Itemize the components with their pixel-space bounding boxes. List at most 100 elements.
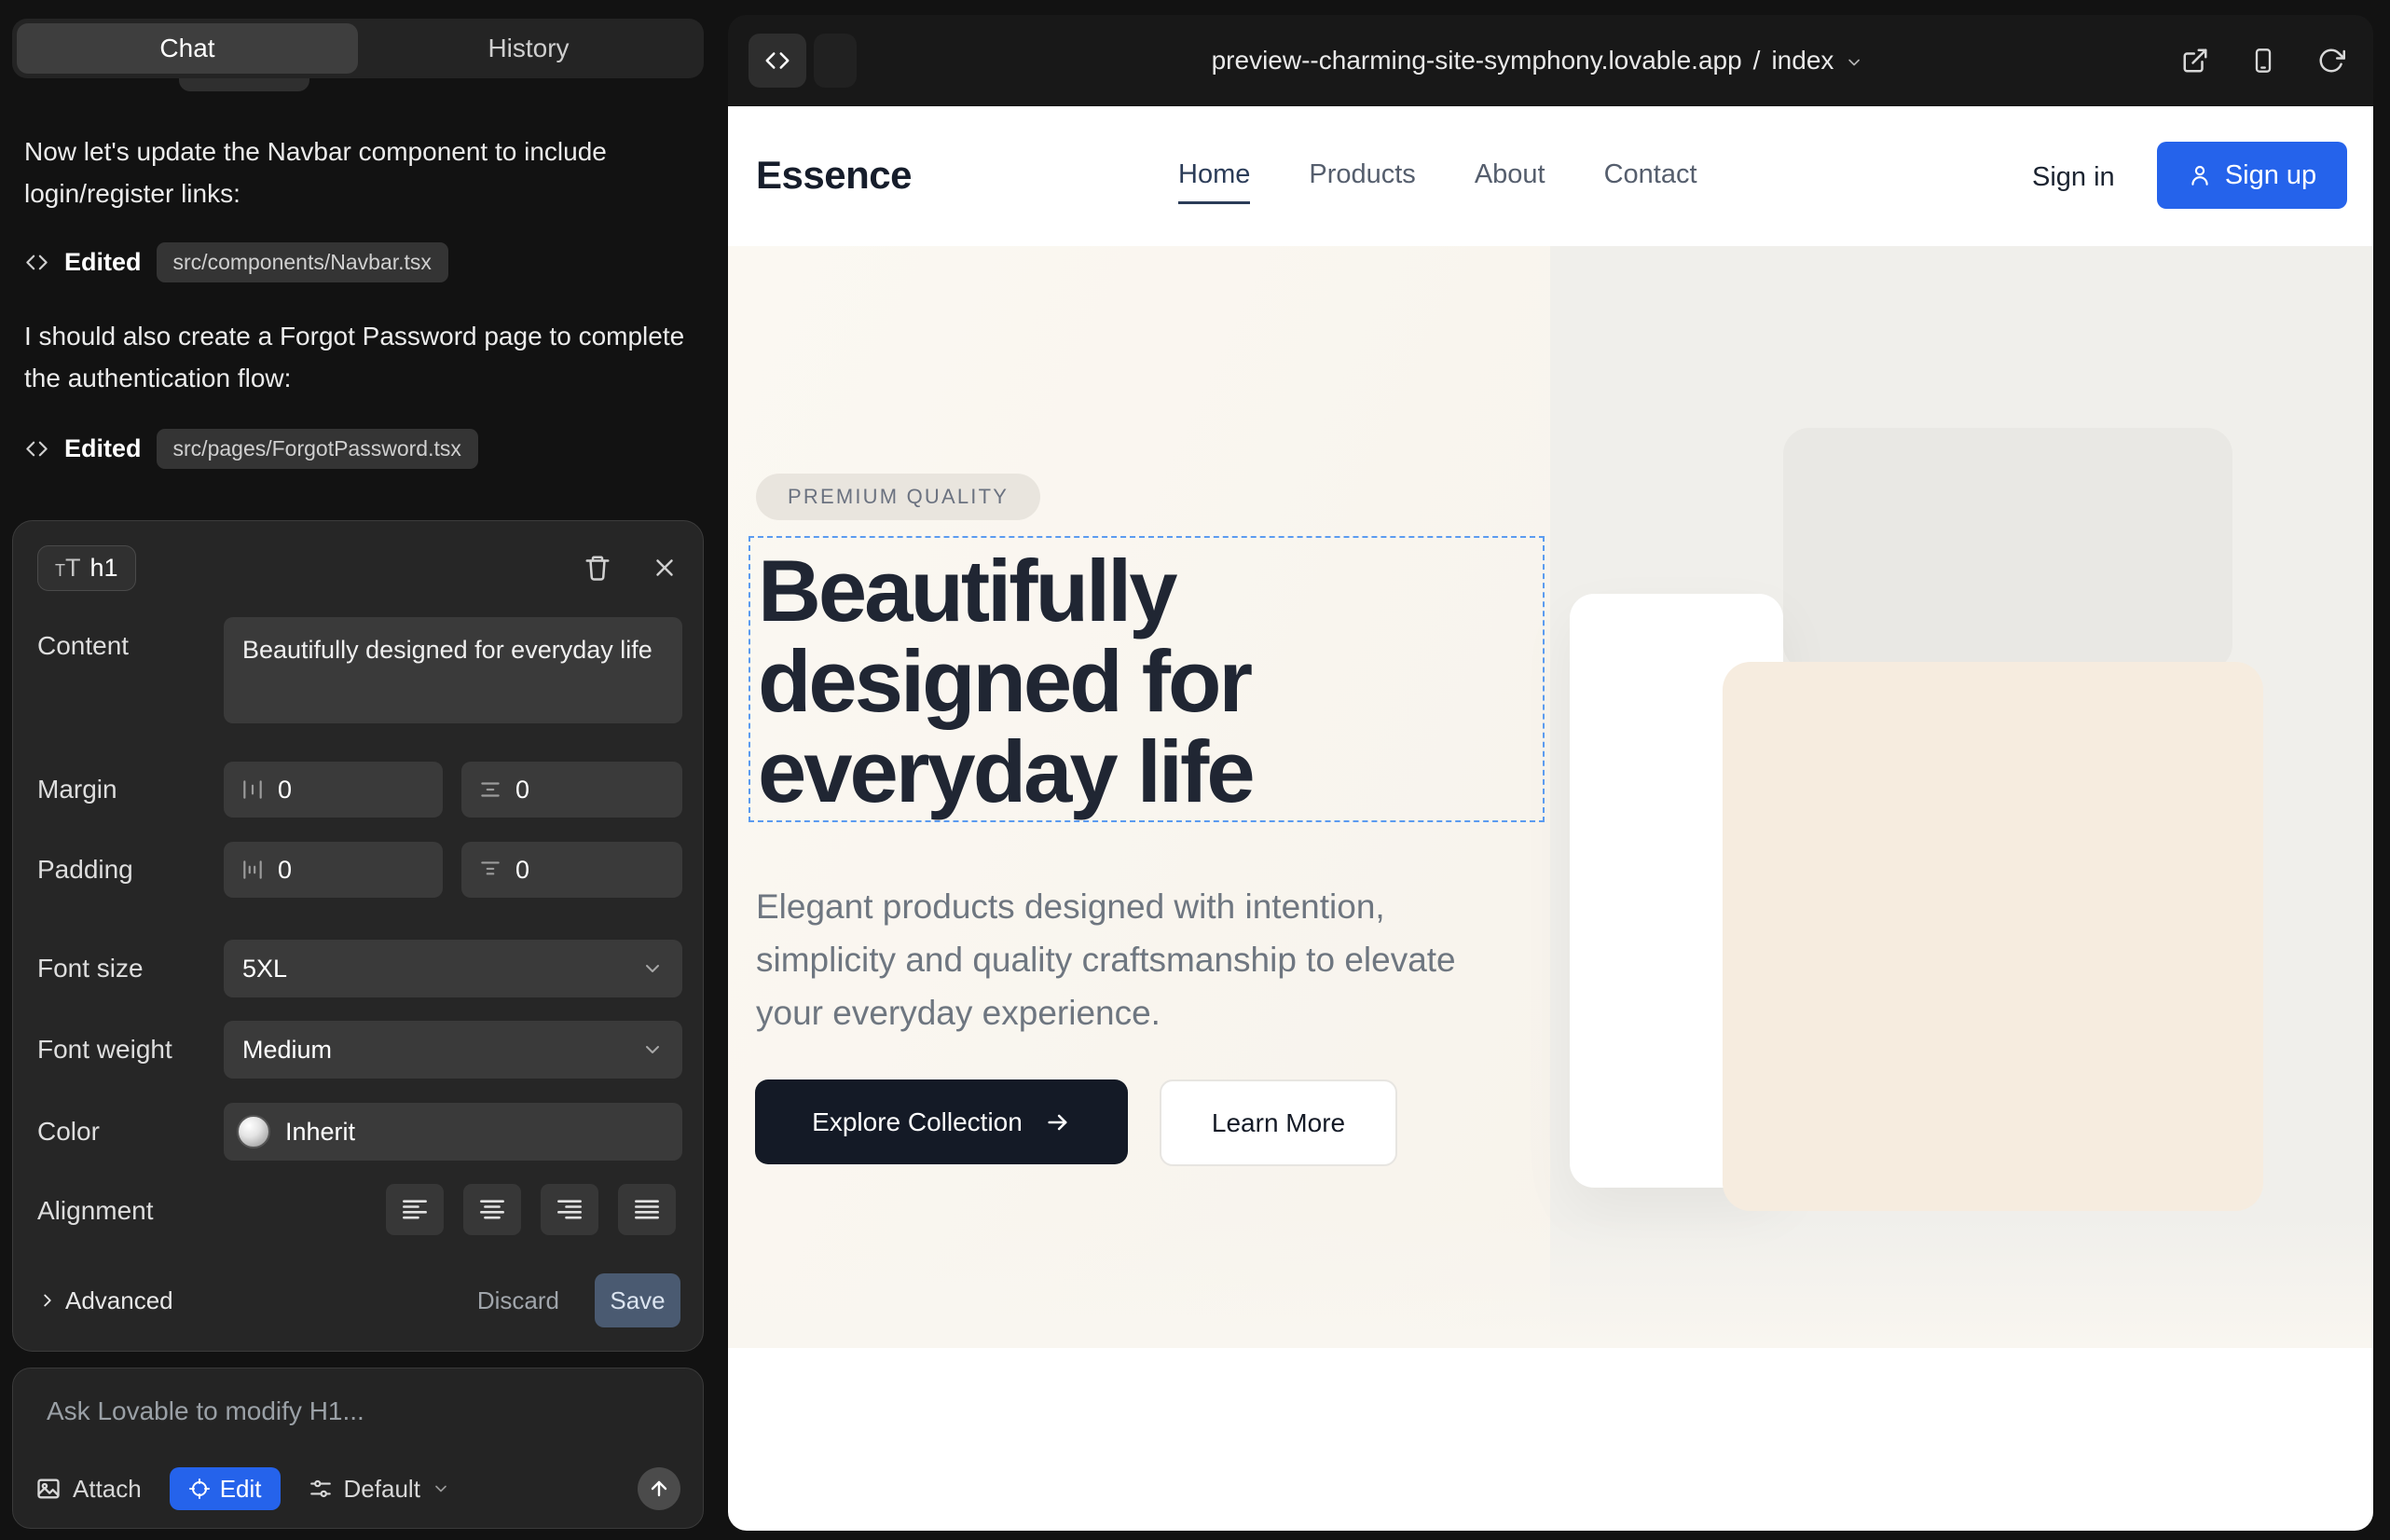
url-bar[interactable]: preview--charming-site-symphony.lovable.… — [1212, 46, 1864, 76]
font-size-select[interactable]: 5XL — [224, 940, 682, 997]
margin-x-input[interactable]: 0 — [224, 762, 443, 818]
preview-area: preview--charming-site-symphony.lovable.… — [725, 0, 2390, 1540]
font-weight-value: Medium — [242, 1036, 332, 1065]
site-logo: Essence — [756, 153, 912, 198]
align-left-button[interactable] — [386, 1184, 444, 1235]
prompt-input[interactable] — [47, 1396, 671, 1454]
default-model-button[interactable]: Default — [309, 1475, 450, 1504]
hero-paragraph: Elegant products designed with intention… — [756, 880, 1520, 1039]
site-nav-links: Home Products About Contact — [1178, 159, 1697, 204]
color-label: Color — [37, 1117, 100, 1147]
chat-message: Now let's update the Navbar component to… — [24, 131, 691, 214]
edited-file-row: Edited src/components/Navbar.tsx — [24, 242, 448, 282]
site-navbar: Essence Home Products About Contact Sign… — [728, 106, 2373, 246]
padding-y-value: 0 — [515, 856, 529, 885]
attach-label: Attach — [73, 1475, 142, 1504]
preview-url: preview--charming-site-symphony.lovable.… — [1212, 46, 1742, 76]
close-editor-button[interactable] — [651, 554, 679, 582]
sign-in-button[interactable]: Sign in — [2032, 162, 2115, 193]
margin-label: Margin — [37, 775, 117, 804]
mobile-preview-button[interactable] — [2250, 48, 2276, 74]
delete-element-button[interactable] — [584, 554, 611, 582]
element-editor-panel: TT h1 Content Beautifully designed for e… — [12, 520, 704, 1352]
app: Chat History Now let's update the Navbar… — [0, 0, 2390, 1540]
hero-heading-line: designed for — [758, 632, 1250, 730]
explore-collection-button[interactable]: Explore Collection — [755, 1079, 1128, 1164]
default-label: Default — [344, 1475, 420, 1504]
person-icon — [2188, 163, 2212, 187]
chat-sidebar: Chat History Now let's update the Navbar… — [0, 0, 725, 1540]
edited-label: Edited — [64, 248, 142, 277]
selected-h1-element[interactable]: Beautifully designed for everyday life — [749, 536, 1545, 822]
open-in-new-tab-button[interactable] — [2181, 47, 2209, 75]
align-center-button[interactable] — [463, 1184, 521, 1235]
margin-y-input[interactable]: 0 — [461, 762, 682, 818]
edit-mode-button[interactable]: Edit — [170, 1467, 281, 1510]
send-button[interactable] — [638, 1467, 680, 1510]
padding-x-input[interactable]: 0 — [224, 842, 443, 898]
advanced-toggle[interactable]: Advanced — [37, 1286, 173, 1315]
preview-window: preview--charming-site-symphony.lovable.… — [728, 15, 2373, 1531]
element-tag-pill: TT h1 — [37, 545, 136, 591]
font-size-label: Font size — [37, 954, 144, 983]
padding-label: Padding — [37, 855, 133, 885]
code-icon — [763, 47, 791, 75]
tab-chat[interactable]: Chat — [17, 23, 358, 74]
toolbar-actions — [2181, 47, 2345, 75]
element-tag-label: h1 — [90, 554, 118, 583]
font-weight-select[interactable]: Medium — [224, 1021, 682, 1079]
arrow-right-icon — [1045, 1109, 1071, 1135]
align-justify-button[interactable] — [618, 1184, 676, 1235]
padding-vertical-icon — [478, 858, 502, 882]
typography-icon: TT — [55, 554, 81, 583]
margin-y-value: 0 — [515, 776, 529, 804]
editor-header: TT h1 — [37, 542, 679, 594]
crosshair-icon — [188, 1478, 211, 1500]
margin-horizontal-icon — [240, 777, 265, 802]
toolbar-secondary-button[interactable] — [814, 34, 857, 88]
color-select[interactable]: Inherit — [224, 1103, 682, 1161]
code-view-button[interactable] — [749, 34, 806, 88]
nav-link-products[interactable]: Products — [1309, 159, 1415, 204]
chevron-right-icon — [37, 1290, 58, 1311]
edit-label: Edit — [220, 1475, 262, 1504]
prompt-box: Attach Edit Default — [12, 1368, 704, 1529]
decorative-card-gray — [1783, 428, 2232, 670]
code-icon — [24, 436, 49, 461]
arrow-up-icon — [648, 1478, 670, 1500]
refresh-button[interactable] — [2317, 47, 2345, 75]
chevron-down-icon — [641, 1038, 664, 1061]
nav-link-home[interactable]: Home — [1178, 159, 1250, 204]
view-toggle-group — [749, 34, 857, 88]
file-chip[interactable]: src/components/Navbar.tsx — [157, 242, 448, 282]
decorative-card-beige — [1723, 662, 2263, 1211]
content-input[interactable]: Beautifully designed for everyday life — [224, 617, 682, 723]
sign-up-button[interactable]: Sign up — [2157, 142, 2347, 209]
edited-label: Edited — [64, 434, 142, 463]
align-right-button[interactable] — [541, 1184, 598, 1235]
padding-horizontal-icon — [240, 858, 265, 882]
learn-more-button[interactable]: Learn More — [1160, 1079, 1397, 1166]
explore-collection-label: Explore Collection — [812, 1107, 1023, 1137]
nav-link-contact[interactable]: Contact — [1604, 159, 1697, 204]
alignment-label: Alignment — [37, 1196, 154, 1226]
margin-vertical-icon — [478, 777, 502, 802]
color-value: Inherit — [285, 1118, 355, 1147]
attach-button[interactable]: Attach — [35, 1475, 142, 1504]
content-label: Content — [37, 631, 129, 661]
preview-path: index — [1771, 46, 1834, 76]
discard-button[interactable]: Discard — [477, 1286, 559, 1315]
chevron-down-icon — [641, 957, 664, 980]
hero-section: PREMIUM QUALITY Beautifully designed for… — [728, 246, 2373, 1348]
nav-link-about[interactable]: About — [1475, 159, 1545, 204]
hero-heading: Beautifully designed for everyday life — [750, 538, 1543, 817]
file-chip[interactable]: src/pages/ForgotPassword.tsx — [157, 429, 478, 469]
editor-footer: Advanced Discard Save — [37, 1272, 680, 1328]
padding-y-input[interactable]: 0 — [461, 842, 682, 898]
tab-history[interactable]: History — [358, 23, 699, 74]
preview-toolbar: preview--charming-site-symphony.lovable.… — [728, 15, 2373, 106]
chat-history-tabs: Chat History — [12, 19, 704, 78]
chevron-down-icon — [432, 1479, 450, 1498]
image-icon — [35, 1476, 62, 1502]
save-button[interactable]: Save — [595, 1273, 680, 1327]
